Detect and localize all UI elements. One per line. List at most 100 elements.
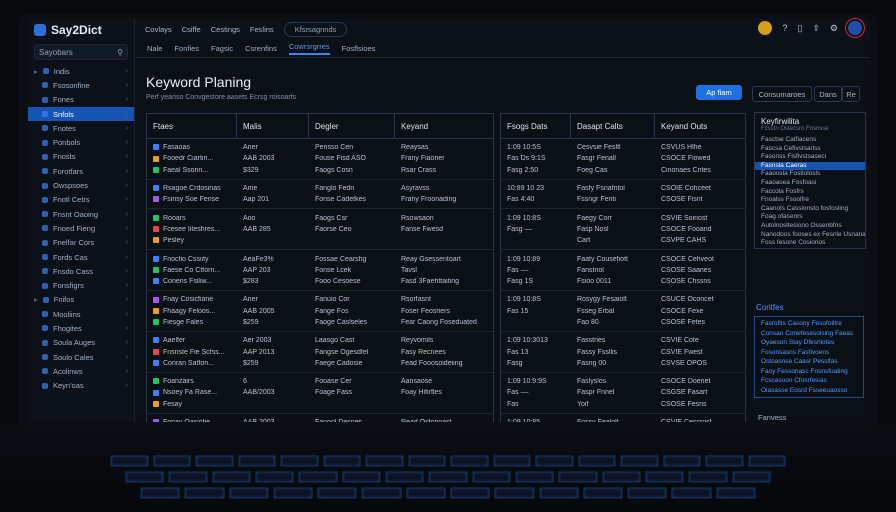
tab[interactable]: Fagsic (211, 44, 233, 53)
top-menu-item[interactable]: Cestings (211, 25, 240, 34)
panel-item[interactable]: Faaoasea Fosfoasi (755, 179, 865, 188)
sidebar-item[interactable]: Fsosonfine › (28, 78, 134, 92)
panel-item[interactable]: Nanodoos fooses ex Fesnle Usnanas (755, 231, 865, 240)
panel-item[interactable]: Fasnsla Caeras (755, 161, 865, 171)
sidebar-item[interactable]: ▸ Indis › (28, 64, 134, 78)
sidebar-item[interactable]: Fhogites › (28, 321, 134, 335)
tab[interactable]: Fonfies (174, 44, 199, 53)
panel2-item[interactable]: Consan Conefesesolsing Faeas (755, 329, 863, 339)
sidebar-item[interactable]: Snfols › (28, 106, 134, 122)
table-row[interactable]: Fcesee Iiteshres... AAB 285 Faorse Ceo Fans… (147, 224, 493, 235)
panel-item[interactable]: Faaoosla Fostiolosls (755, 170, 865, 179)
sidebar-item[interactable]: Fnotes › (28, 121, 134, 135)
table-row[interactable]: Fasg 2:50 Foeg Cas Cinonaes Cntes (501, 165, 745, 176)
top-menu-item[interactable]: Covlays (145, 25, 172, 34)
column-header[interactable]: Fsogs Dats (501, 114, 571, 138)
table-row[interactable]: Rooars Aoo Faogs Csr Rsowsaon (147, 212, 493, 223)
table-row[interactable]: Foanzairs 6 Fooase Cer Aansaose (147, 376, 493, 387)
table-row[interactable]: Fnocfio Cssiity AeaFe3% Fossae Cearshg Reay… (147, 253, 493, 264)
share-icon[interactable]: ⇪ (812, 23, 820, 34)
profile-avatar[interactable] (848, 21, 862, 35)
table-row[interactable]: Fasg Fasng 00 CSVSE OPOS (501, 358, 745, 369)
table-row[interactable]: 10:89 10 23 Fasfy Fsnafntol CSOIE Cohceet (501, 183, 745, 194)
table-row[interactable]: Fas 4:40 Fssngr Fenti CSOSE Fisnt (501, 194, 745, 205)
sidebar-item[interactable]: Forotfars › (28, 164, 134, 178)
sidebar-item[interactable]: Keyn'oas › (28, 379, 134, 393)
table-row[interactable]: Conran Satfon... $259 Faege Cadosie Fead Fo… (147, 358, 493, 369)
top-menu-item[interactable]: Feslins (250, 25, 274, 34)
tab[interactable]: Cowrsrgrres (288, 42, 330, 55)
sidebar-item[interactable]: Fnsnt Oaoing › (28, 207, 134, 221)
secondary-button[interactable]: Re (842, 86, 860, 102)
table-row[interactable]: Fas Yoif CSOSE Fesns (501, 399, 745, 410)
panel-item[interactable]: Fascsa Cefivstsarlss (755, 145, 865, 154)
column-header[interactable]: Degler (309, 114, 395, 138)
table-row[interactable]: Fesay (147, 399, 493, 410)
settings-icon[interactable]: ⚙ (830, 23, 838, 34)
panel2-item[interactable]: Oiasasse Eosrd Fsseeuaosso (755, 386, 863, 396)
panel-item[interactable]: Fnoalss Fsoolfre (755, 196, 865, 205)
panel2-item[interactable]: Faoy Fessonasc Fosnsfoating (755, 367, 863, 377)
sidebar-item[interactable]: Acolinws › (28, 364, 134, 378)
column-header[interactable]: Dasapt Calts (571, 114, 655, 138)
table-row[interactable]: Fas 15 Fsseg Erbal CSOCE Fexe (501, 306, 745, 317)
panel-item[interactable]: Foss fesone Cosionos (755, 239, 865, 248)
column-header[interactable]: Malis (237, 114, 309, 138)
top-search-field[interactable]: Kfsrsagnnds (283, 21, 348, 37)
panel2-item[interactable]: Ostoasnse Caasr Pesslfas (755, 357, 863, 367)
table-row[interactable]: Fas –– Faspr Fnnel CSGSE Fasart (501, 387, 745, 398)
table-row[interactable]: Fnsnste Fie Scfss... AAP 2013 Fangse Ogesd… (147, 346, 493, 357)
sidebar-item[interactable]: Fnsdo Cass › (28, 264, 134, 278)
table-row[interactable]: 1:09 10:3013 Fasstnes CSVIE Cote (501, 335, 745, 346)
sidebar-item[interactable]: Fnoed Fieng › (28, 221, 134, 235)
sidebar-item[interactable]: Mooliins › (28, 307, 134, 321)
table-row[interactable]: 1:09 10:89 Faaty Cousefiott CSOCE Cehveot (501, 253, 745, 264)
table-row[interactable]: Fooedr Ciartin... AAB 2003 Fouse Fisd ASO F… (147, 153, 493, 164)
column-header[interactable]: Keyand Outs (655, 114, 743, 138)
panel-item[interactable]: Faccola Fosfrs (755, 188, 865, 197)
panel2-item[interactable]: Oyaeson Stay Dfesrliotes (755, 338, 863, 348)
panel2-item[interactable]: Fasrofits Casony Fesofoiltre (755, 319, 863, 329)
panel-item[interactable]: Foag ofasenrs (755, 213, 865, 222)
sidebar-item[interactable]: Fnosts › (28, 150, 134, 164)
table-row[interactable]: Faeal Ssonn... $329 Faogs Cosn Rsar Crass (147, 165, 493, 176)
panel2-item[interactable]: Fcscasoon Cfosrfesias (755, 376, 863, 386)
table-row[interactable]: 1:09 10:9:9S Faslyslos CSOCE Doenet (501, 376, 745, 387)
table-row[interactable]: Fasg –– Fasp Nosl CSOCE Fooand (501, 224, 745, 235)
table-row[interactable]: 1:09 10:8S Faegy Corr CSVIE Soiriost (501, 212, 745, 223)
sidebar-item[interactable]: ▸ Fnifos › (28, 293, 134, 307)
panel-item[interactable]: Fasctse Catfiacens (755, 136, 865, 145)
table-row[interactable]: Fhaagy Feloos... AAB 2005 Fange Fos Foser F… (147, 306, 493, 317)
table-row[interactable]: Fiesge Fales $259 Faoge Caslseles Fear Caon… (147, 317, 493, 328)
primary-button[interactable]: Ap fiam (696, 85, 742, 100)
column-header[interactable]: Keyand (395, 114, 491, 138)
sidebar-item[interactable]: Fords Cas › (28, 250, 134, 264)
table-row[interactable]: Fas –– Fanstnol CSOSE Saanes (501, 265, 745, 276)
table-row[interactable]: Fas 13 Fassy Fssllis CSVIE Fwest (501, 346, 745, 357)
table-row[interactable]: Cart CSVPE CAHS (501, 235, 745, 246)
table-row[interactable]: Nsoey Fa Rase... AAB/2003 Foage Fass Foay H… (147, 387, 493, 398)
table-row[interactable]: Fonay Oasiofie... AAB 2003 Fangol Desnes Re… (147, 417, 493, 422)
table-row[interactable]: Fsinsy Soe Fense Aap 201 Fonse Cadetkes Fra… (147, 194, 493, 205)
column-header[interactable]: Ftaes (147, 114, 237, 138)
panel2-item[interactable]: Fosonsasns Fasfivoens (755, 348, 863, 358)
top-menu-item[interactable]: Csiffe (182, 25, 201, 34)
table-row[interactable]: 1:09 10:8S Rosygy Fesaiolt CSUCE Oconcet (501, 294, 745, 305)
sidebar-item[interactable]: Soula Auges › (28, 336, 134, 350)
help-icon[interactable]: ? (782, 23, 787, 33)
panel-item[interactable]: Caanols Cassionsto fosfosling (755, 205, 865, 214)
sidebar-item[interactable]: Soulo Cales › (28, 350, 134, 364)
app-logo[interactable]: Say2Dict (28, 18, 134, 42)
table-row[interactable]: Fasg 1S Fsioo 0011 CSOSE Chssns (501, 276, 745, 287)
sidebar-search[interactable]: Sayobars ⚲ (34, 44, 128, 60)
table-row[interactable]: 1:09 10:5S Cesvsie Fesltl CSVUS Hlhe (501, 142, 745, 153)
table-row[interactable]: Fnay Cosicfiane Aner Fanuio Cor Rsorfasnt (147, 294, 493, 305)
sidebar-item[interactable]: Fones › (28, 93, 134, 107)
sidebar-item[interactable]: Fonsfigrs › (28, 278, 134, 292)
table-row[interactable]: Fasaoas Aner Pensso Cen Reaysas (147, 142, 493, 153)
table-row[interactable]: Fao 80 CSOSE Fetes (501, 317, 745, 328)
sidebar-item[interactable]: Fnotl Cetrs › (28, 193, 134, 207)
secondary-button[interactable]: Dans (814, 86, 842, 102)
table-row[interactable]: Aaelfer Aer 2003 Laasgo Cast Reyvomils (147, 335, 493, 346)
table-row[interactable]: Faese Co Ctforn... AAP 203 Fonse Lcek Tavsl (147, 265, 493, 276)
